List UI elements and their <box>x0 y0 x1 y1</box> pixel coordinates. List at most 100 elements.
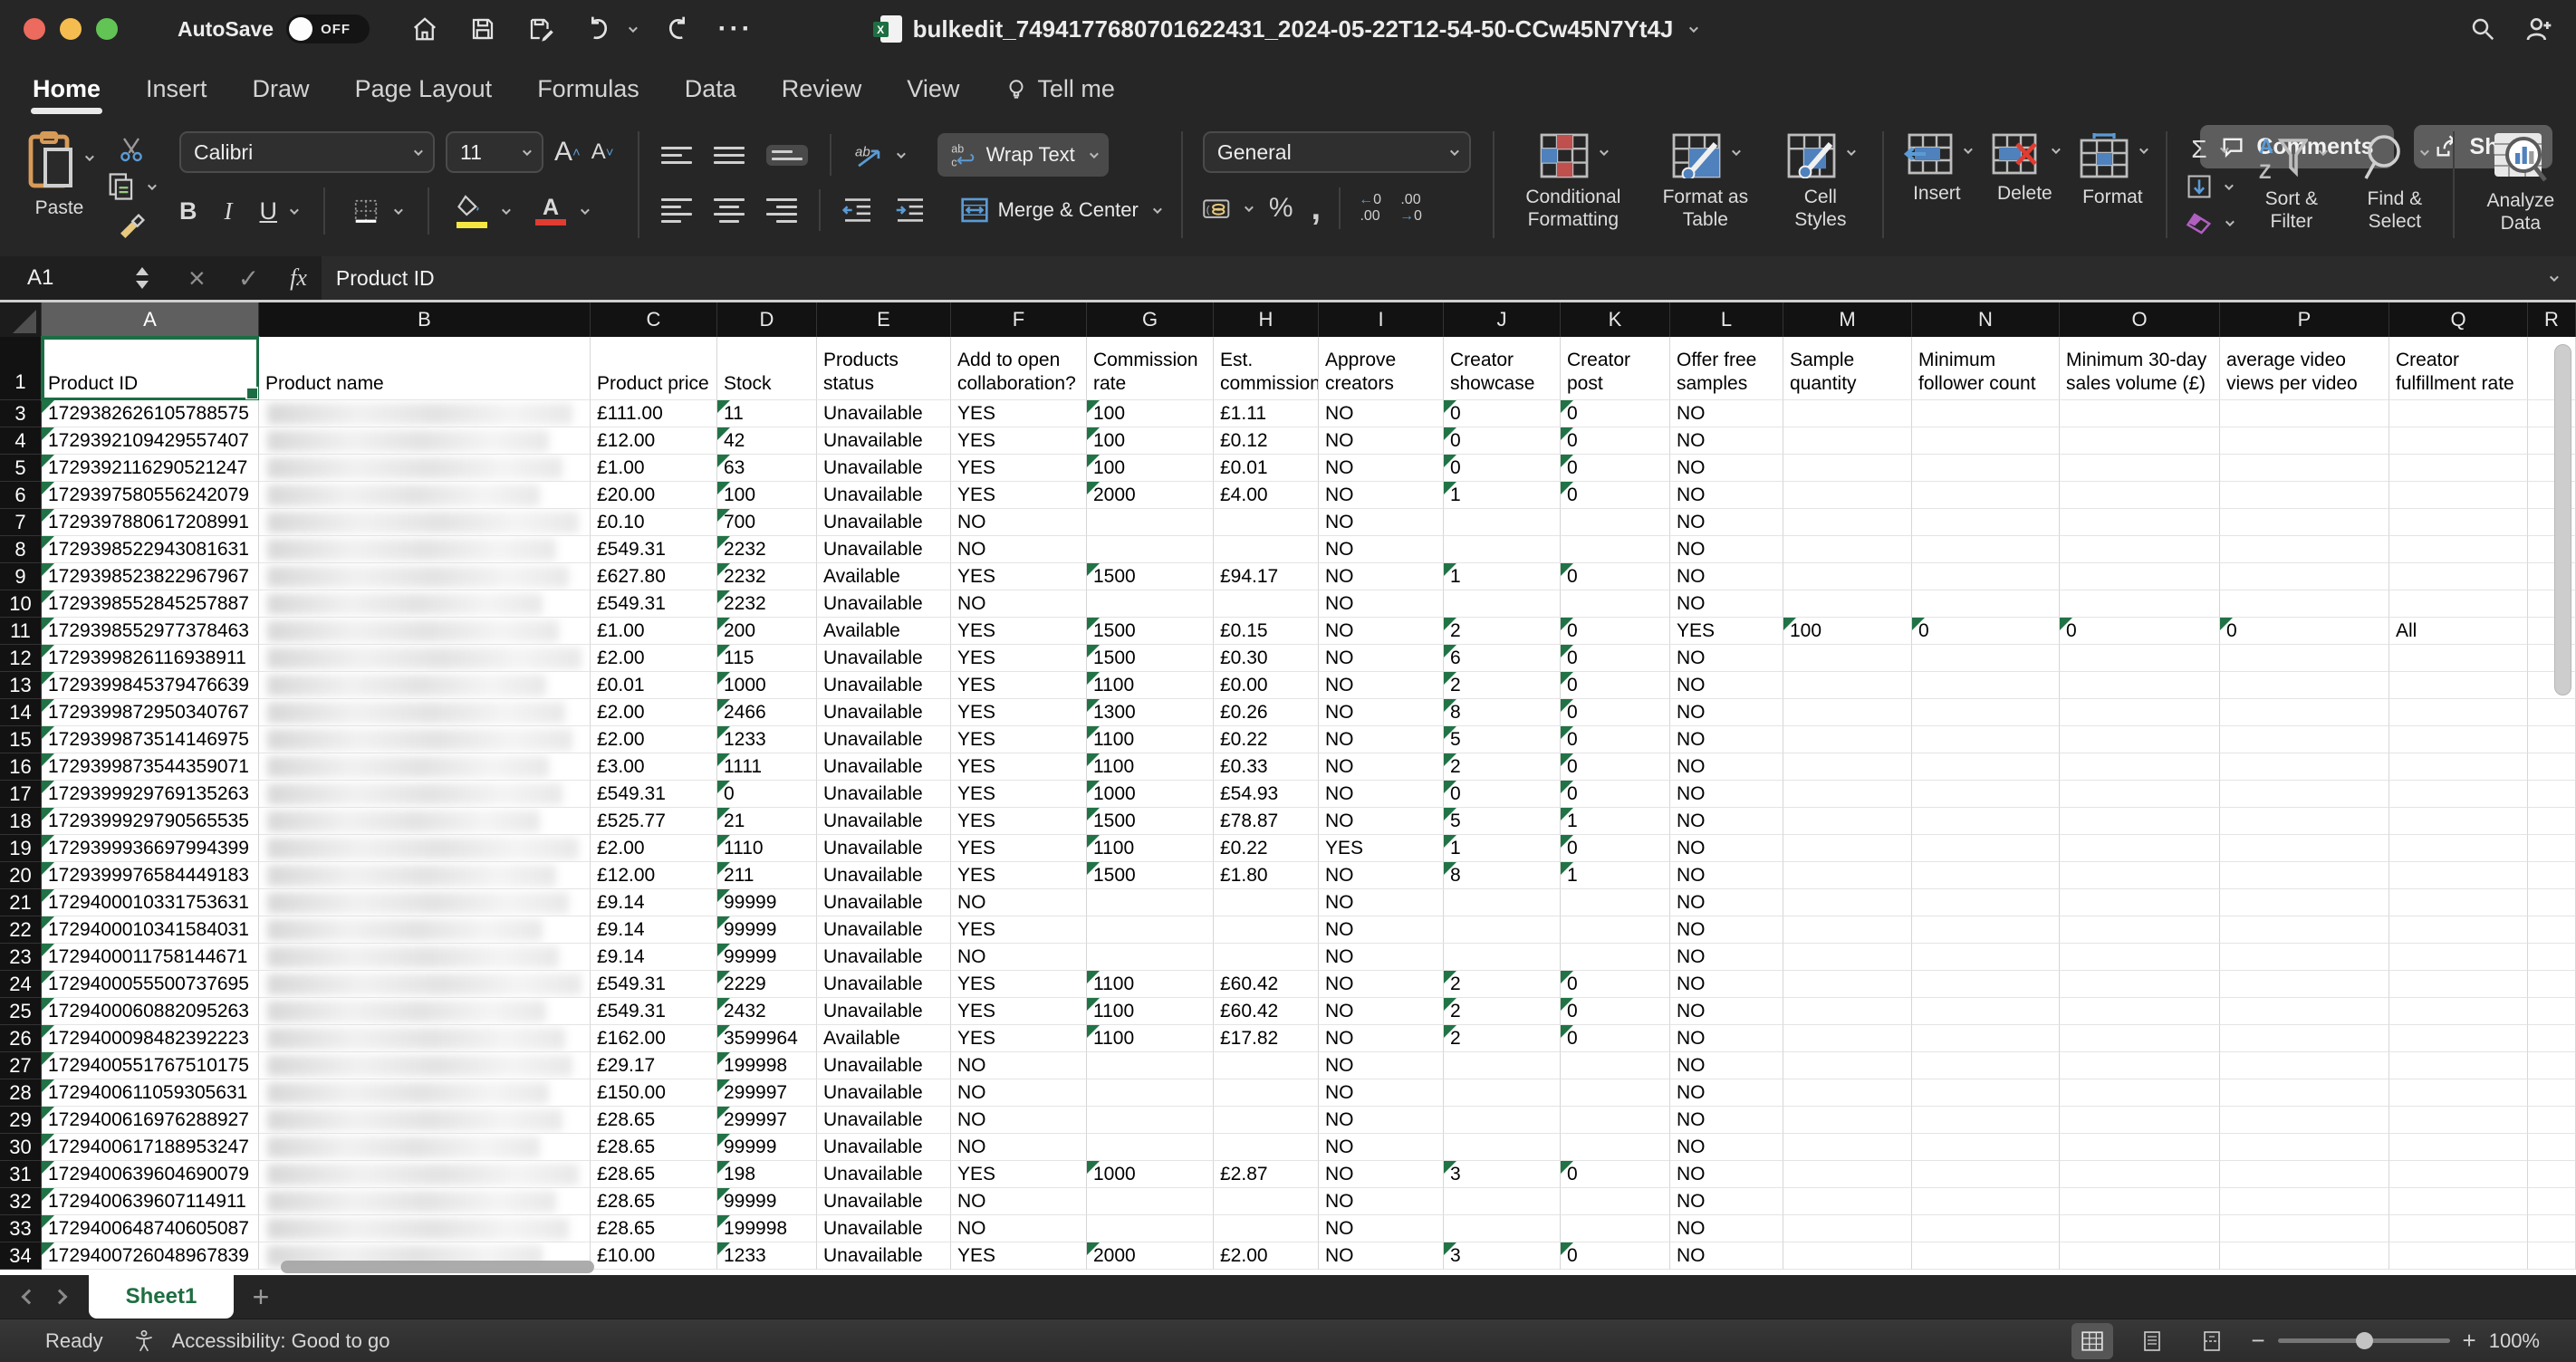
cell-H3[interactable]: £1.11 <box>1214 400 1319 427</box>
cell-J16[interactable]: 2 <box>1444 753 1561 781</box>
cell-L1[interactable]: Offer free samples <box>1670 337 1783 400</box>
cell-Q24[interactable] <box>2389 971 2528 998</box>
cell-R17[interactable] <box>2528 781 2576 808</box>
cell-O10[interactable] <box>2060 590 2220 618</box>
cell-Q26[interactable] <box>2389 1025 2528 1052</box>
cell-H13[interactable]: £0.00 <box>1214 672 1319 699</box>
cell-G8[interactable] <box>1087 536 1214 563</box>
cell-B18[interactable] <box>259 808 591 835</box>
cell-L18[interactable]: NO <box>1670 808 1783 835</box>
cell-K32[interactable] <box>1561 1188 1670 1215</box>
cell-E3[interactable]: Unavailable <box>817 400 951 427</box>
cell-N22[interactable] <box>1912 916 2060 944</box>
cell-N14[interactable] <box>1912 699 2060 726</box>
cell-L3[interactable]: NO <box>1670 400 1783 427</box>
cell-M13[interactable] <box>1783 672 1912 699</box>
cell-G22[interactable] <box>1087 916 1214 944</box>
cell-R21[interactable] <box>2528 889 2576 916</box>
borders-button[interactable] <box>352 197 403 225</box>
cell-C1[interactable]: Product price <box>591 337 717 400</box>
cell-M3[interactable] <box>1783 400 1912 427</box>
font-size-select[interactable]: 11 <box>446 131 543 173</box>
cell-K1[interactable]: Creator post <box>1561 337 1670 400</box>
cell-O8[interactable] <box>2060 536 2220 563</box>
cell-J32[interactable] <box>1444 1188 1561 1215</box>
cell-G25[interactable]: 1100 <box>1087 998 1214 1025</box>
cell-O14[interactable] <box>2060 699 2220 726</box>
cell-F20[interactable]: YES <box>951 862 1087 889</box>
cell-D30[interactable]: 99999 <box>717 1134 817 1161</box>
cell-N8[interactable] <box>1912 536 2060 563</box>
cell-R15[interactable] <box>2528 726 2576 753</box>
cell-F33[interactable]: NO <box>951 1215 1087 1242</box>
cell-N9[interactable] <box>1912 563 2060 590</box>
row-header-29[interactable]: 29 <box>0 1107 42 1134</box>
paste-button[interactable]: Paste <box>27 131 94 242</box>
cell-C17[interactable]: £549.31 <box>591 781 717 808</box>
cell-N30[interactable] <box>1912 1134 2060 1161</box>
cell-G21[interactable] <box>1087 889 1214 916</box>
cell-E32[interactable]: Unavailable <box>817 1188 951 1215</box>
cell-B19[interactable] <box>259 835 591 862</box>
cell-F11[interactable]: YES <box>951 618 1087 645</box>
cell-L13[interactable]: NO <box>1670 672 1783 699</box>
cell-E33[interactable]: Unavailable <box>817 1215 951 1242</box>
cell-B25[interactable] <box>259 998 591 1025</box>
cell-A29[interactable]: 1729400616976288927 <box>42 1107 259 1134</box>
cell-P20[interactable] <box>2220 862 2389 889</box>
row-header-32[interactable]: 32 <box>0 1188 42 1215</box>
cell-N3[interactable] <box>1912 400 2060 427</box>
cell-M9[interactable] <box>1783 563 1912 590</box>
cell-R20[interactable] <box>2528 862 2576 889</box>
cell-J29[interactable] <box>1444 1107 1561 1134</box>
cell-M21[interactable] <box>1783 889 1912 916</box>
cell-M26[interactable] <box>1783 1025 1912 1052</box>
cell-N25[interactable] <box>1912 998 2060 1025</box>
cell-E11[interactable]: Available <box>817 618 951 645</box>
column-header-B[interactable]: B <box>259 302 591 337</box>
zoom-slider-thumb[interactable] <box>2355 1332 2373 1349</box>
home-icon[interactable] <box>409 14 440 44</box>
cell-M18[interactable] <box>1783 808 1912 835</box>
cell-M29[interactable] <box>1783 1107 1912 1134</box>
cell-R29[interactable] <box>2528 1107 2576 1134</box>
cell-I11[interactable]: NO <box>1319 618 1444 645</box>
cell-C12[interactable]: £2.00 <box>591 645 717 672</box>
align-bottom-icon[interactable] <box>765 144 808 166</box>
cell-L10[interactable]: NO <box>1670 590 1783 618</box>
cell-H8[interactable] <box>1214 536 1319 563</box>
cell-P9[interactable] <box>2220 563 2389 590</box>
cell-G29[interactable] <box>1087 1107 1214 1134</box>
cell-J1[interactable]: Creator showcase <box>1444 337 1561 400</box>
cell-N7[interactable] <box>1912 509 2060 536</box>
cell-E30[interactable]: Unavailable <box>817 1134 951 1161</box>
cell-O21[interactable] <box>2060 889 2220 916</box>
cell-L19[interactable]: NO <box>1670 835 1783 862</box>
decrease-indent-icon[interactable] <box>841 197 873 223</box>
cell-C34[interactable]: £10.00 <box>591 1242 717 1270</box>
insert-function-icon[interactable]: fx <box>290 264 307 292</box>
cell-P4[interactable] <box>2220 427 2389 455</box>
cell-B13[interactable] <box>259 672 591 699</box>
cell-I3[interactable]: NO <box>1319 400 1444 427</box>
cell-I9[interactable]: NO <box>1319 563 1444 590</box>
cell-Q29[interactable] <box>2389 1107 2528 1134</box>
cell-Q21[interactable] <box>2389 889 2528 916</box>
cell-D8[interactable]: 2232 <box>717 536 817 563</box>
cell-J19[interactable]: 1 <box>1444 835 1561 862</box>
wrap-text-button[interactable]: ab c Wrap Text <box>937 133 1109 177</box>
sheet-tab-sheet1[interactable]: Sheet1 <box>89 1275 234 1319</box>
cell-G14[interactable]: 1300 <box>1087 699 1214 726</box>
cell-O34[interactable] <box>2060 1242 2220 1270</box>
cell-I1[interactable]: Approve creators <box>1319 337 1444 400</box>
cell-A15[interactable]: 1729399873514146975 <box>42 726 259 753</box>
tab-tell-me[interactable]: Tell me <box>1003 66 1117 112</box>
cell-O7[interactable] <box>2060 509 2220 536</box>
cell-P25[interactable] <box>2220 998 2389 1025</box>
increase-decimal-button[interactable]: ←0.00 <box>1359 192 1381 225</box>
zoom-slider[interactable] <box>2277 1332 2450 1349</box>
cell-R18[interactable] <box>2528 808 2576 835</box>
cell-A26[interactable]: 1729400098482392223 <box>42 1025 259 1052</box>
cell-A10[interactable]: 1729398552845257887 <box>42 590 259 618</box>
cell-B16[interactable] <box>259 753 591 781</box>
